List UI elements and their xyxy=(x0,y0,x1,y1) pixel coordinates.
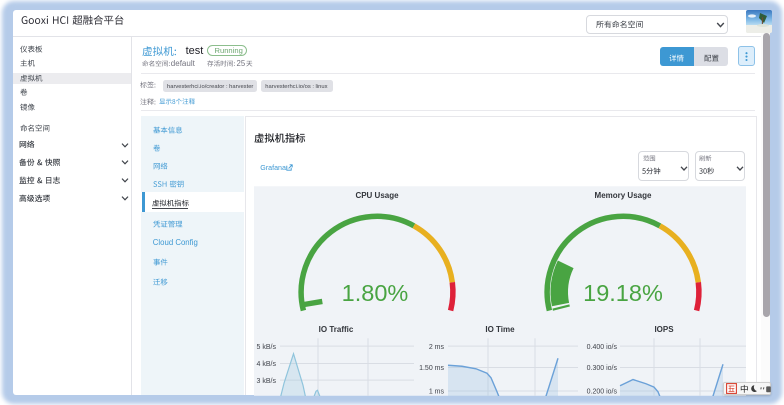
svg-text:0.300 io/s: 0.300 io/s xyxy=(587,365,618,372)
svg-text:19.18%: 19.18% xyxy=(583,280,663,306)
svg-text:1 ms: 1 ms xyxy=(429,388,445,395)
svg-text:CPU Usage: CPU Usage xyxy=(355,191,399,200)
svg-text:1.80%: 1.80% xyxy=(342,280,409,306)
svg-text:5 kB/s: 5 kB/s xyxy=(257,343,277,350)
svg-text:IOPS: IOPS xyxy=(654,324,674,333)
svg-text:4 kB/s: 4 kB/s xyxy=(257,361,277,368)
svg-text:2 ms: 2 ms xyxy=(429,343,445,350)
svg-text:0.200 io/s: 0.200 io/s xyxy=(587,388,618,395)
svg-text:0.400 io/s: 0.400 io/s xyxy=(587,343,618,350)
svg-text:1.50 ms: 1.50 ms xyxy=(419,365,444,372)
svg-text:3 kB/s: 3 kB/s xyxy=(257,377,277,384)
svg-text:Memory Usage: Memory Usage xyxy=(595,191,652,200)
svg-text:IO Traffic: IO Traffic xyxy=(319,324,354,333)
svg-text:IO Time: IO Time xyxy=(485,324,515,333)
